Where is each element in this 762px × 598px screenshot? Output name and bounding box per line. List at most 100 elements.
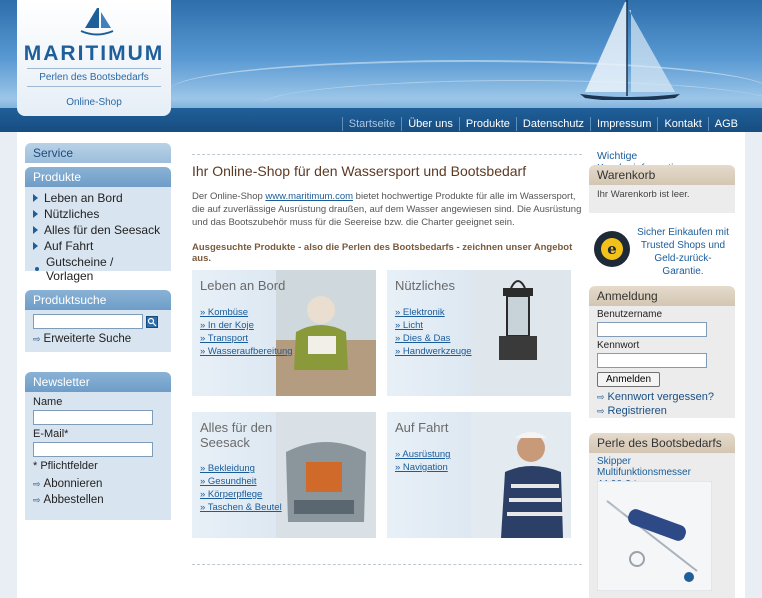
link-dies-das[interactable]: » Dies & Das: [395, 332, 472, 345]
sidebar-item-auf-fahrt[interactable]: Auf Fahrt: [25, 238, 171, 254]
top-navigation: Startseite Über uns Produkte Datenschutz…: [341, 117, 744, 131]
products-box: Produkte Leben an Bord Nützliches Alles …: [25, 167, 171, 283]
newsletter-heading: Newsletter: [25, 372, 171, 392]
email-label: E-Mail*: [33, 428, 69, 440]
sailing-bag-image: [276, 412, 376, 538]
arrow-icon: ⇨: [33, 333, 41, 344]
category-tile-seesack[interactable]: Alles für den Seesack » Bekleidung » Ges…: [192, 412, 376, 538]
sidebar-item-seesack[interactable]: Alles für den Seesack: [25, 222, 171, 238]
nav-impressum[interactable]: Impressum: [590, 117, 657, 131]
nav-datenschutz[interactable]: Datenschutz: [515, 117, 590, 131]
link-koerperpflege[interactable]: » Körperpflege: [200, 488, 282, 501]
search-input[interactable]: [33, 314, 143, 329]
login-heading: Anmeldung: [589, 286, 735, 306]
search-heading: Produktsuche: [25, 290, 171, 310]
tagline-text: Ausgesuchte Produkte - also die Perlen d…: [192, 242, 573, 264]
svg-text:e: e: [607, 240, 617, 258]
product-highlight-box: Perle des Bootsbedarfs Skipper Multifunk…: [589, 433, 735, 598]
divider: [192, 564, 582, 565]
highlight-product-link[interactable]: Skipper Multifunktionsmesser: [589, 453, 735, 478]
newsletter-box: Newsletter Name E-Mail* * Pflichtfelder …: [25, 372, 171, 520]
sidebar-item-gutscheine[interactable]: Gutscheine / Vorlagen: [25, 254, 171, 284]
link-ausruestung[interactable]: » Ausrüstung: [395, 448, 450, 461]
link-navigation[interactable]: » Navigation: [395, 461, 450, 474]
triangle-right-icon: [33, 210, 38, 218]
password-input[interactable]: [597, 353, 707, 368]
brand-tagline: Perlen des Bootsbedarfs: [27, 68, 161, 87]
link-gesundheit[interactable]: » Gesundheit: [200, 475, 282, 488]
nav-kontakt[interactable]: Kontakt: [657, 117, 707, 131]
tile-title: Auf Fahrt: [395, 420, 449, 435]
arrow-icon: ⇨: [597, 391, 605, 402]
logo[interactable]: MARITIMUM Perlen des Bootsbedarfs Online…: [17, 0, 171, 116]
newsletter-email-input[interactable]: [33, 442, 153, 457]
sidebar-item-nuetzliches[interactable]: Nützliches: [25, 206, 171, 222]
page-body: Service Produkte Leben an Bord Nützliche…: [17, 132, 745, 598]
shop-label: Online-Shop: [66, 97, 122, 108]
nav-produkte[interactable]: Produkte: [458, 117, 516, 131]
tile-title: Nützliches: [395, 278, 455, 293]
register-link[interactable]: ⇨ Registrieren: [589, 405, 735, 419]
tile-links: » Bekleidung » Gesundheit » Körperpflege…: [200, 462, 282, 514]
tile-links: » Elektronik » Licht » Dies & Das » Hand…: [395, 306, 472, 358]
bullet-icon: [35, 267, 39, 271]
link-transport[interactable]: » Transport: [200, 332, 293, 345]
products-heading: Produkte: [25, 167, 171, 187]
search-submit-icon[interactable]: [146, 315, 158, 328]
tile-links: » Ausrüstung » Navigation: [395, 448, 450, 474]
trusted-shops-box[interactable]: e Sicher Einkaufen mit Trusted Shops und…: [589, 222, 735, 284]
sidebar-item-leben-an-bord[interactable]: Leben an Bord: [25, 190, 171, 206]
newsletter-name-input[interactable]: [33, 410, 153, 425]
trusted-shops-seal-icon: e: [594, 231, 630, 267]
nav-startseite[interactable]: Startseite: [341, 117, 401, 131]
site-link[interactable]: www.maritimum.com: [265, 191, 353, 202]
highlight-heading: Perle des Bootsbedarfs: [589, 433, 735, 453]
link-handwerkzeuge[interactable]: » Handwerkzeuge: [395, 345, 472, 358]
triangle-right-icon: [33, 242, 38, 250]
cart-box: Warenkorb Ihr Warenkorb ist leer.: [589, 165, 735, 213]
category-tile-leben-an-bord[interactable]: Leben an Bord » Kombüse » In der Koje » …: [192, 270, 376, 396]
unsubscribe-link[interactable]: ⇨ Abbestellen: [25, 492, 171, 508]
service-box: Service: [25, 143, 171, 163]
nav-ueber-uns[interactable]: Über uns: [401, 117, 459, 131]
nav-agb[interactable]: AGB: [707, 117, 744, 131]
forgot-password-link[interactable]: ⇨ Kennwort vergessen?: [589, 387, 735, 405]
cart-heading: Warenkorb: [589, 165, 735, 185]
link-taschen-beutel[interactable]: » Taschen & Beutel: [200, 501, 282, 514]
sailor-image: [471, 412, 571, 538]
tile-links: » Kombüse » In der Koje » Transport » Wa…: [200, 306, 293, 358]
page-title: Ihr Online-Shop für den Wassersport und …: [192, 163, 527, 179]
link-bekleidung[interactable]: » Bekleidung: [200, 462, 282, 475]
advanced-search-link[interactable]: ⇨ Erweiterte Suche: [25, 331, 171, 347]
link-licht[interactable]: » Licht: [395, 319, 472, 332]
site-header: MARITIMUM Perlen des Bootsbedarfs Online…: [0, 0, 762, 132]
lantern-image: [471, 270, 571, 396]
tile-title: Leben an Bord: [200, 278, 286, 293]
required-note: * Pflichtfelder: [33, 460, 98, 472]
intro-text: Der Online-Shop www.maritimum.com bietet…: [192, 191, 582, 228]
service-heading[interactable]: Service: [25, 143, 171, 163]
link-kombuese[interactable]: » Kombüse: [200, 306, 293, 319]
username-input[interactable]: [597, 322, 707, 337]
cart-status: Ihr Warenkorb ist leer.: [597, 189, 690, 200]
arrow-icon: ⇨: [33, 494, 41, 505]
search-box: Produktsuche ⇨ Erweiterte Suche: [25, 290, 171, 352]
category-tile-auf-fahrt[interactable]: Auf Fahrt » Ausrüstung » Navigation: [387, 412, 571, 538]
triangle-right-icon: [33, 226, 38, 234]
divider: [192, 154, 582, 155]
login-button[interactable]: Anmelden: [597, 372, 661, 387]
knife-product-image[interactable]: [597, 481, 712, 591]
name-label: Name: [33, 396, 63, 408]
link-elektronik[interactable]: » Elektronik: [395, 306, 472, 319]
trusted-shops-text: Sicher Einkaufen mit Trusted Shops und G…: [637, 227, 729, 277]
brand-name: MARITIMUM: [23, 42, 165, 65]
subscribe-link[interactable]: ⇨ Abonnieren: [25, 476, 171, 492]
login-box: Anmeldung Benutzername Kennwort Anmelden…: [589, 286, 735, 418]
link-wasseraufbereitung[interactable]: » Wasseraufbereitung: [200, 345, 293, 358]
username-label: Benutzername: [597, 309, 663, 320]
tile-title: Alles für den Seesack: [200, 420, 273, 450]
category-tile-nuetzliches[interactable]: Nützliches » Elektronik » Licht » Dies &…: [387, 270, 571, 396]
sailboat-image: [580, 0, 680, 100]
arrow-icon: ⇨: [33, 478, 41, 489]
link-in-der-koje[interactable]: » In der Koje: [200, 319, 293, 332]
